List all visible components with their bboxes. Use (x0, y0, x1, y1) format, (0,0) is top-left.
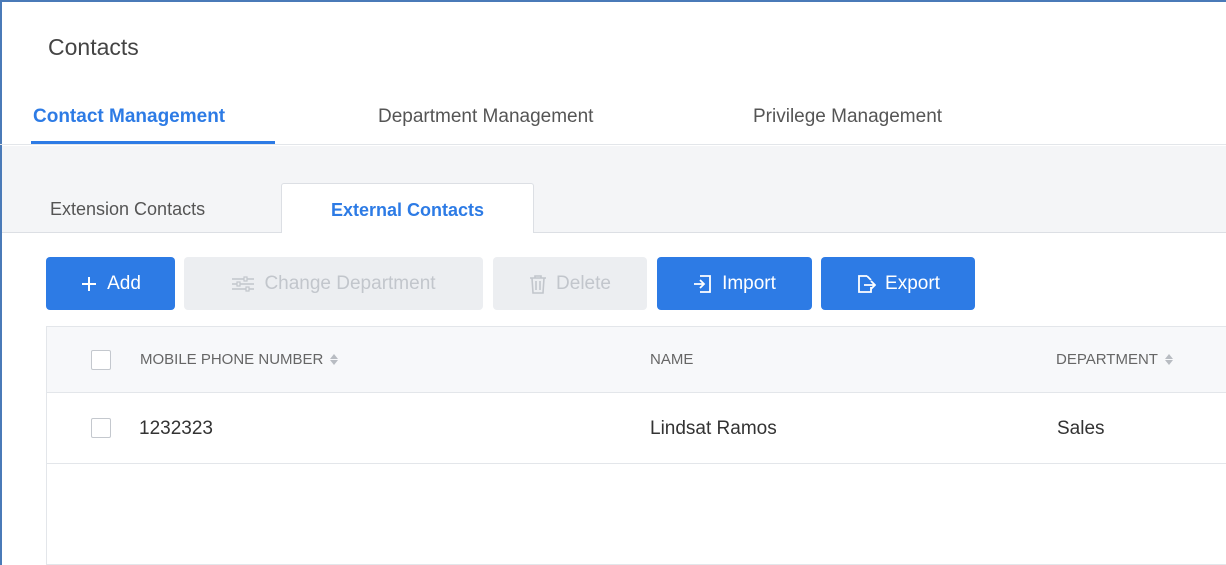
column-label: MOBILE PHONE NUMBER (140, 351, 324, 368)
delete-button[interactable]: Delete (493, 257, 647, 310)
table-header: MOBILE PHONE NUMBER NAME DEPARTMENT (47, 327, 1226, 393)
active-tab-indicator (31, 141, 275, 144)
import-icon (693, 274, 713, 294)
change-department-label: Change Department (264, 272, 436, 294)
column-header-department[interactable]: DEPARTMENT (1056, 351, 1173, 368)
page-title: Contacts (48, 34, 139, 60)
export-button[interactable]: Export (821, 257, 975, 310)
column-label: DEPARTMENT (1056, 351, 1158, 368)
sliders-icon (231, 275, 255, 292)
tab-external-contacts[interactable]: External Contacts (281, 183, 534, 234)
cell-name: Lindsat Ramos (650, 418, 777, 439)
sort-icon[interactable] (1164, 354, 1173, 365)
row-checkbox[interactable] (91, 418, 111, 438)
import-button[interactable]: Import (657, 257, 812, 310)
cell-department: Sales (1057, 418, 1105, 439)
column-header-name: NAME (650, 351, 693, 368)
contacts-table: MOBILE PHONE NUMBER NAME DEPARTMENT 1232… (46, 326, 1226, 565)
change-department-button[interactable]: Change Department (184, 257, 483, 310)
tab-privilege-management[interactable]: Privilege Management (753, 106, 942, 128)
tab-extension-contacts[interactable]: Extension Contacts (50, 183, 205, 234)
table-row[interactable]: 1232323 Lindsat Ramos Sales (47, 394, 1226, 464)
add-label: Add (107, 272, 141, 294)
add-button[interactable]: Add (46, 257, 175, 310)
export-label: Export (885, 272, 940, 294)
trash-icon (529, 274, 547, 294)
sort-icon[interactable] (330, 354, 339, 365)
delete-label: Delete (556, 272, 611, 294)
plus-icon (80, 275, 98, 293)
select-all-checkbox[interactable] (91, 350, 111, 370)
main-tabs: Contact Management Department Management… (0, 96, 1226, 145)
import-label: Import (722, 272, 776, 294)
column-header-mobile-phone-number[interactable]: MOBILE PHONE NUMBER (140, 351, 339, 368)
tab-contact-management[interactable]: Contact Management (33, 106, 225, 128)
tab-department-management[interactable]: Department Management (378, 106, 593, 128)
export-icon (856, 274, 877, 294)
column-label: NAME (650, 351, 694, 368)
sub-tabs: Extension Contacts External Contacts (2, 183, 1226, 234)
cell-mobile-phone-number: 1232323 (139, 418, 213, 439)
